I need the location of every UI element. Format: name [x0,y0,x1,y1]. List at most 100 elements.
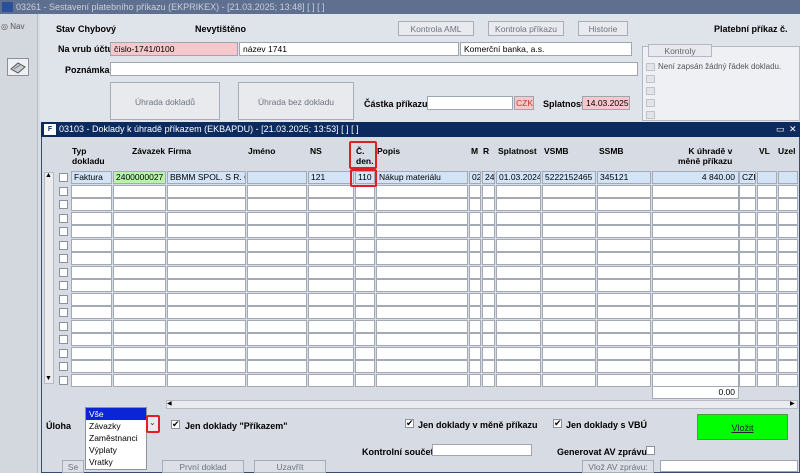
cell-zavazek[interactable] [113,225,166,238]
cell-splatnost[interactable] [496,346,541,360]
checkbox-prikazem[interactable] [171,419,180,430]
cell-m[interactable] [469,373,481,387]
cell-cden[interactable] [355,265,375,279]
cell-extra[interactable] [778,360,798,373]
cell-ssmb[interactable] [597,373,651,387]
cell-kuhrade[interactable] [652,279,739,292]
cell-m[interactable] [469,198,481,211]
cell-zavazek[interactable] [113,238,166,252]
cell-r[interactable] [482,211,495,225]
cell-typ[interactable] [71,373,112,387]
row-select-checkbox[interactable] [59,308,68,317]
cell-firma[interactable] [167,319,246,333]
cell-vsmb[interactable] [542,225,596,238]
row-select-checkbox[interactable] [59,173,68,182]
cell-kuhrade[interactable] [652,252,739,265]
cell-jmeno[interactable] [247,306,307,319]
cell-splatnost[interactable] [496,360,541,373]
option-vse[interactable]: Vše [86,408,146,420]
cell-cden[interactable] [355,319,375,333]
cell-zavazek[interactable]: 2400000027 [113,171,166,184]
cell-vsmb[interactable] [542,238,596,252]
cell-vsmb[interactable] [542,333,596,346]
cell-m[interactable] [469,346,481,360]
cell-zavazek[interactable] [113,198,166,211]
cell-splatnost[interactable] [496,279,541,292]
scroll-down-icon[interactable]: ▼ [45,375,52,382]
cell-ssmb[interactable] [597,360,651,373]
cell-uzel[interactable] [757,292,777,306]
cell-ns[interactable] [308,225,354,238]
cell-r[interactable] [482,198,495,211]
row-select-checkbox[interactable] [59,240,68,250]
cell-popis[interactable] [376,292,468,306]
cell-kuhrade[interactable] [652,319,739,333]
castka-field[interactable] [427,96,513,110]
cell-ns[interactable] [308,198,354,211]
nav-button[interactable]: ◎ Nav [1,22,24,31]
kontroly-tab[interactable]: Kontroly [648,44,712,57]
cell-popis[interactable] [376,279,468,292]
cell-zavazek[interactable] [113,306,166,319]
cell-jmeno[interactable] [247,319,307,333]
option-vratky[interactable]: Vratky [86,456,146,468]
scroll-left-icon[interactable]: ◀ [167,400,172,407]
prvni-doklad-button[interactable]: První doklad [162,460,244,473]
cell-r[interactable] [482,265,495,279]
cell-vl[interactable] [739,238,756,252]
cell-r[interactable] [482,306,495,319]
cell-vl[interactable]: CZK [739,171,756,184]
vlozit-button[interactable]: Vložit [697,414,788,440]
cell-jmeno[interactable] [247,360,307,373]
cell-popis[interactable] [376,184,468,198]
cell-extra[interactable] [778,306,798,319]
cell-vsmb[interactable] [542,373,596,387]
cell-uzel[interactable] [757,265,777,279]
cell-zavazek[interactable] [113,360,166,373]
cell-popis[interactable] [376,225,468,238]
cell-jmeno[interactable] [247,252,307,265]
cell-vl[interactable] [739,265,756,279]
cell-splatnost[interactable] [496,306,541,319]
cell-firma[interactable] [167,211,246,225]
cell-typ[interactable] [71,252,112,265]
row-select-checkbox[interactable] [59,200,68,209]
cell-uzel[interactable] [757,279,777,292]
cell-uzel[interactable] [757,225,777,238]
cell-uzel[interactable] [757,211,777,225]
cell-vsmb[interactable] [542,265,596,279]
cell-vsmb[interactable] [542,360,596,373]
cell-zavazek[interactable] [113,252,166,265]
row-select-checkbox[interactable] [59,321,68,331]
cell-ns[interactable] [308,184,354,198]
cell-cden[interactable] [355,198,375,211]
cell-ssmb[interactable] [597,211,651,225]
cell-splatnost[interactable] [496,333,541,346]
uzavrit-button[interactable]: Uzavřít [254,460,326,473]
cell-popis[interactable] [376,373,468,387]
cell-vl[interactable] [739,306,756,319]
cell-uzel[interactable] [757,346,777,360]
cell-r[interactable]: 24 [482,171,495,184]
row-select-checkbox[interactable] [59,267,68,277]
cell-m[interactable] [469,292,481,306]
cell-r[interactable] [482,292,495,306]
cell-ns[interactable] [308,373,354,387]
cell-popis[interactable]: Nákup materiálu [376,171,468,184]
cell-typ[interactable] [71,265,112,279]
cell-kuhrade[interactable] [652,211,739,225]
cell-kuhrade[interactable] [652,184,739,198]
cell-extra[interactable] [778,211,798,225]
cell-zavazek[interactable] [113,373,166,387]
cell-popis[interactable] [376,252,468,265]
poznamka-input[interactable] [110,62,638,76]
cell-popis[interactable] [376,333,468,346]
cell-jmeno[interactable] [247,198,307,211]
cell-kuhrade[interactable] [652,333,739,346]
cell-cden[interactable] [355,333,375,346]
cell-jmeno[interactable] [247,279,307,292]
cell-vsmb[interactable] [542,211,596,225]
cell-extra[interactable] [778,225,798,238]
cell-extra[interactable] [778,265,798,279]
cell-typ[interactable] [71,306,112,319]
